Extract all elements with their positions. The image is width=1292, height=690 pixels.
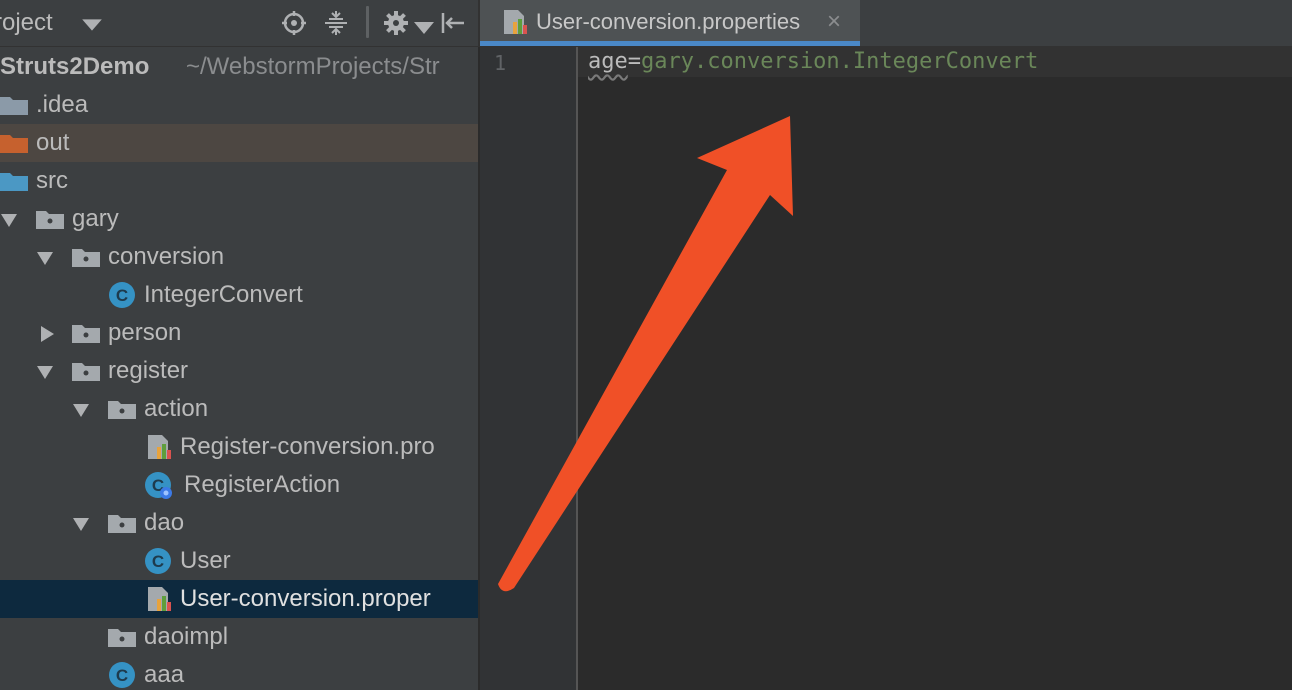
class-c-icon: C [144,547,172,575]
package-folder-icon [72,357,100,385]
project-panel-header: roject [0,0,478,47]
tree-item-label: User-conversion.proper [180,585,431,612]
editor-tab-bar: User-conversion.properties × [478,0,1292,47]
tree-row-src[interactable]: src [0,162,478,200]
tree-row-user-conversion-properties[interactable]: User-conversion.proper [0,580,478,618]
properties-file-icon [146,433,174,461]
code-line[interactable]: age=gary.conversion.IntegerConvert [588,49,1038,75]
tree-item-label: .idea [36,91,89,118]
code-editor[interactable]: age=gary.conversion.IntegerConvert [578,47,1292,690]
tree-row-register-conversion-properties[interactable]: Register-conversion.pro [0,428,478,466]
editor-gutter: 1 [480,47,578,690]
tree-row-conversion[interactable]: conversion [0,238,478,276]
property-key: age [588,49,628,74]
package-folder-icon [108,395,136,423]
active-tab-indicator [480,41,860,46]
tree-item-label: daoimpl [144,623,229,650]
tree-item-label: gary [72,205,119,232]
project-view-dropdown[interactable]: roject [0,9,53,37]
properties-file-icon [146,585,174,613]
package-folder-icon [108,509,136,537]
tree-row-user[interactable]: C User [0,542,478,580]
expand-arrow-down-icon[interactable] [72,515,90,533]
project-panel: roject Struts2Demo ~/WebstormProjects/St… [0,0,478,690]
tree-row-idea[interactable]: .idea [0,86,478,124]
tab-user-conversion-properties[interactable]: User-conversion.properties × [480,0,860,46]
expand-arrow-down-icon[interactable] [36,249,54,267]
source-folder-icon [0,167,28,195]
tree-row-integerconvert[interactable]: C IntegerConvert [0,276,478,314]
action-class-icon: C [144,471,172,499]
gear-icon[interactable] [382,9,410,37]
gear-dropdown-icon[interactable] [410,14,434,34]
chevron-down-icon[interactable] [78,11,102,31]
line-number: 1 [494,51,507,75]
tree-item-label: src [36,167,68,194]
package-folder-icon [108,623,136,651]
class-c-icon: C [108,661,136,689]
tree-item-label: dao [144,509,185,536]
svg-text:C: C [152,552,164,571]
project-name: Struts2Demo [0,53,150,80]
tree-row-gary[interactable]: gary [0,200,478,238]
class-c-icon: C [108,281,136,309]
tree-item-label: aaa [144,661,185,688]
tree-item-label: RegisterAction [184,471,341,498]
tree-row-out[interactable]: out [0,124,478,162]
tree-row-aaa[interactable]: C aaa [0,656,478,690]
tree-row-register[interactable]: register [0,352,478,390]
hide-panel-icon[interactable] [438,9,466,37]
expand-arrow-down-icon[interactable] [72,401,90,419]
package-folder-icon [72,243,100,271]
tree-item-label: IntegerConvert [144,281,303,308]
svg-text:C: C [116,286,128,305]
tree-item-label: register [108,357,189,384]
tree-row-registeraction[interactable]: C RegisterAction [0,466,478,504]
property-value: gary.conversion.IntegerConvert [641,49,1039,74]
tree-item-label: User [180,547,231,574]
tree-item-label: person [108,319,182,346]
properties-file-icon [502,8,530,36]
tree-item-label: conversion [108,243,225,270]
close-icon[interactable]: × [827,8,841,36]
tree-row-daoimpl[interactable]: daoimpl [0,618,478,656]
tree-item-label: Register-conversion.pro [180,433,435,460]
header-separator [366,6,369,38]
expand-arrow-down-icon[interactable] [0,211,18,229]
excluded-folder-icon [0,129,28,157]
tree-row-action[interactable]: action [0,390,478,428]
property-separator: = [627,49,641,74]
expand-arrow-right-icon[interactable] [38,325,56,343]
tab-label: User-conversion.properties [536,9,801,34]
project-path: ~/WebstormProjects/Str [186,53,440,80]
svg-text:C: C [116,666,128,685]
package-folder-icon [36,205,64,233]
locate-target-icon[interactable] [280,9,308,37]
collapse-all-icon[interactable] [322,9,350,37]
tree-row-project-root[interactable]: Struts2Demo ~/WebstormProjects/Str [0,48,478,86]
tree-row-dao[interactable]: dao [0,504,478,542]
tree-item-label: action [144,395,209,422]
package-folder-icon [72,319,100,347]
tree-row-person[interactable]: person [0,314,478,352]
expand-arrow-down-icon[interactable] [36,363,54,381]
tree-item-label: out [36,129,70,156]
folder-icon [0,91,28,119]
